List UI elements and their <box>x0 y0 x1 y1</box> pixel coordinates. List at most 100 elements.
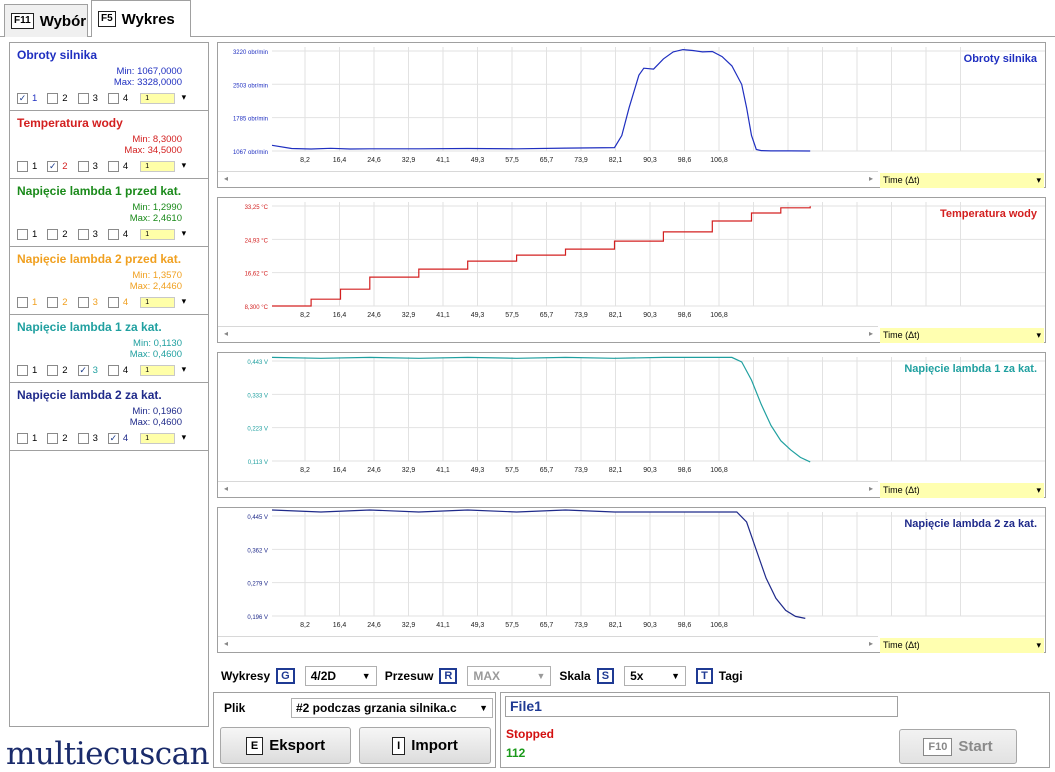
chart-title: Napięcie lambda 1 za kat. <box>904 363 1037 375</box>
skala-select[interactable]: 5x ▼ <box>624 666 687 686</box>
chart-checkbox[interactable]: ✓ <box>17 93 28 104</box>
chart-checkbox-label: 1 <box>32 297 38 308</box>
time-axis-select[interactable]: Time (Δt) ▾ <box>880 483 1044 498</box>
import-label: Import <box>411 737 458 754</box>
file-select[interactable]: #2 podczas grzania silnika.c ▼ <box>291 698 493 718</box>
series-line <box>271 48 811 152</box>
chart-checkbox-label: 1 <box>32 229 38 240</box>
scroll-left-icon[interactable]: ◂ <box>224 329 228 338</box>
chart-checkbox[interactable] <box>107 93 119 104</box>
wykresy-select-value: 4/2D <box>310 669 337 683</box>
x-tick-label: 73,9 <box>574 467 588 474</box>
scroll-right-icon[interactable]: ▸ <box>869 174 873 183</box>
x-tick-label: 57,5 <box>505 312 519 319</box>
scroll-right-icon[interactable]: ▸ <box>869 639 873 648</box>
y-tick-label: 0,333 V <box>247 393 268 399</box>
scroll-right-icon[interactable]: ▸ <box>869 329 873 338</box>
chart-checkbox-label: 4 <box>122 229 129 240</box>
chart-scrollbar[interactable]: ◂ ▸ <box>218 326 878 343</box>
tagi-key[interactable]: T <box>696 668 713 684</box>
sensor-chart-checkboxes: 12341 <box>17 297 186 308</box>
chart-checkbox[interactable] <box>107 229 119 240</box>
import-button[interactable]: I Import <box>359 727 491 764</box>
chart-checkbox[interactable] <box>77 229 89 240</box>
export-label: Eksport <box>269 737 326 754</box>
scroll-left-icon[interactable]: ◂ <box>224 174 228 183</box>
scroll-left-icon[interactable]: ◂ <box>224 639 228 648</box>
sensor-min: Min: 8,3000 <box>132 134 182 145</box>
scroll-right-icon[interactable]: ▸ <box>869 484 873 493</box>
tab-wykres[interactable]: F5 Wykres <box>91 0 191 37</box>
x-tick-label: 90,3 <box>643 622 657 629</box>
time-axis-select[interactable]: Time (Δt) ▾ <box>880 173 1044 188</box>
chart-checkbox[interactable] <box>17 229 28 240</box>
import-key: I <box>392 736 406 755</box>
sensor-axis-select[interactable]: 1 <box>140 297 186 308</box>
chart-checkbox[interactable]: ✓ <box>47 161 59 172</box>
przesuw-select[interactable]: MAX ▼ <box>467 666 552 686</box>
chart-checkbox-label: 3 <box>92 365 98 376</box>
sensor-chart-checkboxes: 1 2 3 ✓ 4 1 <box>17 433 186 444</box>
sensor-axis-select[interactable]: 1 <box>140 433 186 444</box>
skala-key: S <box>596 668 615 684</box>
chart-checkbox[interactable] <box>107 161 119 172</box>
x-tick-label: 41,1 <box>436 157 450 164</box>
sensor-list: Obroty silnika Min: 1067,0000 Max: 3328,00… <box>9 42 209 727</box>
chart-panel-water-temp: 33,25 °C 24,93 °C 16,62 °C 8,300 °C 8,2 16,4 2… <box>217 197 1046 343</box>
chart-scrollbar[interactable]: ◂ ▸ <box>218 171 878 188</box>
tab-wykres-key: F5 <box>98 11 116 27</box>
x-tick-label: 106,8 <box>710 157 728 164</box>
start-button[interactable]: F10 Start <box>899 729 1017 764</box>
wykresy-label: Wykresy <box>221 669 271 683</box>
chart-checkbox[interactable]: ✓ <box>77 365 89 376</box>
chart-scrollbar[interactable]: ◂ ▸ <box>218 636 878 653</box>
time-axis-value: Time (Δt) <box>883 175 920 185</box>
sensor-item: Napięcie lambda 1 za kat. Min: 0,1130 Max:… <box>10 315 208 383</box>
chart-scrollbar[interactable]: ◂ ▸ <box>218 481 878 498</box>
chart-checkbox[interactable] <box>77 161 89 172</box>
chart-checkbox[interactable] <box>47 229 59 240</box>
x-tick-label: 32,9 <box>402 157 416 164</box>
chart-checkbox[interactable] <box>47 297 59 308</box>
scroll-left-icon[interactable]: ◂ <box>224 484 228 493</box>
wykresy-select[interactable]: 4/2D ▼ <box>304 666 377 686</box>
sensor-max: Max: 2,4460 <box>129 281 182 292</box>
sensor-axis-select[interactable]: 1 <box>140 161 186 172</box>
x-tick-label: 8,2 <box>300 622 310 629</box>
sensor-max: Max: 34,5000 <box>124 145 182 156</box>
x-tick-label: 8,2 <box>300 312 310 319</box>
chevron-down-icon: ▼ <box>671 671 681 681</box>
chart-checkbox[interactable] <box>17 297 28 308</box>
sensor-axis-select[interactable]: 1 <box>140 93 186 104</box>
chart-checkbox[interactable] <box>47 433 59 444</box>
chart-checkbox[interactable] <box>107 297 119 308</box>
chart-checkbox[interactable] <box>77 93 89 104</box>
sensor-chart-checkboxes: 12341 <box>17 229 186 240</box>
chart-checkbox[interactable] <box>17 161 28 172</box>
chart-checkbox[interactable] <box>77 297 89 308</box>
sensor-axis-select[interactable]: 1 <box>140 365 186 376</box>
time-axis-select[interactable]: Time (Δt) ▾ <box>880 638 1044 653</box>
y-tick-label: 3220 obr/min <box>233 50 268 56</box>
y-tick-label: 0,443 V <box>247 360 268 366</box>
chart-checkbox[interactable] <box>17 433 28 444</box>
chart-checkbox[interactable] <box>77 433 89 444</box>
x-tick-label: 16,4 <box>333 622 347 629</box>
export-button[interactable]: E Eksport <box>220 727 351 764</box>
sensor-min: Min: 0,1130 <box>133 338 182 349</box>
x-tick-label: 57,5 <box>505 622 519 629</box>
status-panel: File1 Stopped 112 F10 Start <box>500 692 1050 768</box>
chart-checkbox[interactable] <box>107 365 119 376</box>
chart-title: Obroty silnika <box>963 53 1037 65</box>
sensor-item: Napięcie lambda 2 za kat. Min: 0,1960 Max:… <box>10 383 208 451</box>
chart-checkbox[interactable] <box>47 365 59 376</box>
chart-checkbox[interactable]: ✓ <box>107 433 119 444</box>
chart-checkbox[interactable] <box>47 93 59 104</box>
sensor-axis-select[interactable]: 1 <box>140 229 186 240</box>
chart-checkbox[interactable] <box>17 365 28 376</box>
tab-wybor[interactable]: F11 Wybór <box>4 4 88 37</box>
x-tick-label: 16,4 <box>333 157 347 164</box>
file-name-field[interactable]: File1 <box>505 696 898 717</box>
time-axis-select[interactable]: Time (Δt) ▾ <box>880 328 1044 343</box>
x-tick-label: 32,9 <box>402 622 416 629</box>
